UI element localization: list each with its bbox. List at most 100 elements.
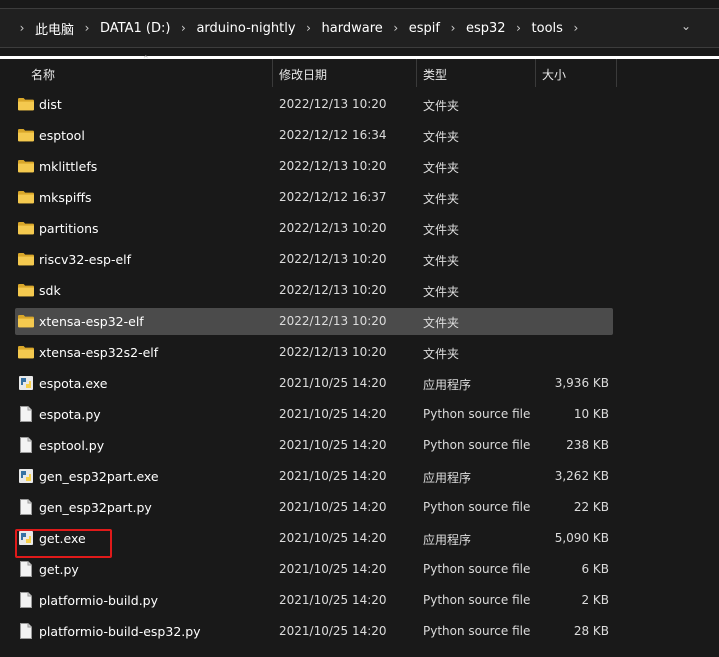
folder-icon	[18, 159, 34, 173]
highlight-annotation-box	[15, 529, 112, 558]
file-type: 文件夹	[423, 316, 460, 330]
python-exe-icon	[18, 469, 34, 483]
file-size: 28 KB	[573, 624, 609, 638]
column-header-name[interactable]: 名称	[31, 66, 55, 83]
file-icon	[18, 592, 34, 608]
file-row[interactable]: gen_esp32part.exe 2021/10/25 14:20 应用程序 3,2…	[15, 463, 613, 490]
file-name: sdk	[39, 283, 61, 298]
file-type: Python source file	[423, 593, 531, 607]
file-modified-date: 2021/10/25 14:20	[279, 624, 387, 638]
breadcrumb-item[interactable]: esp32	[466, 21, 506, 36]
file-size: 2 KB	[581, 593, 609, 607]
file-row[interactable]: espota.exe 2021/10/25 14:20 应用程序 3,936 KB	[15, 370, 613, 397]
file-row[interactable]: riscv32-esp-elf 2022/12/13 10:20 文件夹	[15, 246, 613, 273]
breadcrumb-item[interactable]: 此电脑	[35, 19, 74, 38]
file-name: espota.py	[39, 407, 101, 422]
file-type: 文件夹	[423, 285, 460, 299]
python-exe-icon	[18, 376, 34, 390]
file-row[interactable]: xtensa-esp32s2-elf 2022/12/13 10:20 文件夹	[15, 339, 613, 366]
file-type: Python source file	[423, 500, 531, 514]
file-row[interactable]: sdk 2022/12/13 10:20 文件夹	[15, 277, 613, 304]
column-divider[interactable]	[272, 59, 273, 87]
file-type: 应用程序	[423, 533, 472, 547]
column-divider[interactable]	[416, 59, 417, 87]
column-divider[interactable]	[535, 59, 536, 87]
column-headers: ⌃ 名称 修改日期 类型 大小	[0, 55, 719, 89]
file-name: platformio-build.py	[39, 593, 159, 608]
file-modified-date: 2022/12/12 16:37	[279, 190, 387, 204]
file-modified-date: 2022/12/13 10:20	[279, 283, 387, 297]
file-name: platformio-build-esp32.py	[39, 624, 201, 639]
file-size: 3,936 KB	[554, 376, 609, 390]
column-header-size[interactable]: 大小	[542, 66, 566, 83]
file-row[interactable]: platformio-build-esp32.py 2021/10/25 14:2…	[15, 618, 613, 645]
breadcrumb-item[interactable]: espif	[409, 21, 440, 36]
breadcrumb-item[interactable]: tools	[532, 21, 563, 36]
address-dropdown-chevron-icon[interactable]: ⌄	[679, 19, 693, 37]
file-modified-date: 2021/10/25 14:20	[279, 500, 387, 514]
file-modified-date: 2021/10/25 14:20	[279, 531, 387, 545]
file-modified-date: 2022/12/13 10:20	[279, 345, 387, 359]
file-type: Python source file	[423, 624, 531, 638]
file-icon	[18, 499, 34, 515]
file-size: 5,090 KB	[554, 531, 609, 545]
file-row[interactable]: esptool 2022/12/12 16:34 文件夹	[15, 122, 613, 149]
file-row[interactable]: mkspiffs 2022/12/12 16:37 文件夹	[15, 184, 613, 211]
breadcrumb-chevron-icon[interactable]: ›	[178, 21, 188, 35]
file-icon	[18, 406, 34, 422]
breadcrumb-chevron-icon[interactable]: ›	[304, 21, 314, 35]
file-row[interactable]: partitions 2022/12/13 10:20 文件夹	[15, 215, 613, 242]
column-header-type[interactable]: 类型	[423, 66, 447, 83]
file-modified-date: 2022/12/13 10:20	[279, 221, 387, 235]
breadcrumb: › 此电脑 › DATA1 (D:) › arduino-nightly › hardware…	[9, 19, 589, 38]
file-type: Python source file	[423, 562, 531, 576]
breadcrumb-item[interactable]: DATA1 (D:)	[100, 21, 170, 36]
file-name: esptool	[39, 128, 85, 143]
file-modified-date: 2021/10/25 14:20	[279, 562, 387, 576]
file-name: esptool.py	[39, 438, 105, 453]
file-icon	[18, 437, 34, 453]
file-row[interactable]: esptool.py 2021/10/25 14:20 Python source …	[15, 432, 613, 459]
file-modified-date: 2021/10/25 14:20	[279, 593, 387, 607]
file-row[interactable]: xtensa-esp32-elf 2022/12/13 10:20 文件夹	[15, 308, 613, 335]
file-modified-date: 2021/10/25 14:20	[279, 376, 387, 390]
file-name: xtensa-esp32s2-elf	[39, 345, 159, 360]
folder-icon	[18, 190, 34, 204]
file-row[interactable]: platformio-build.py 2021/10/25 14:20 Pytho…	[15, 587, 613, 614]
folder-icon	[18, 314, 34, 328]
file-row[interactable]: espota.py 2021/10/25 14:20 Python source f…	[15, 401, 613, 428]
file-type: 文件夹	[423, 347, 460, 361]
file-type: 文件夹	[423, 130, 460, 144]
file-row[interactable]: get.py 2021/10/25 14:20 Python source file…	[15, 556, 613, 583]
file-name: gen_esp32part.py	[39, 500, 152, 515]
file-name: espota.exe	[39, 376, 108, 391]
file-row[interactable]: dist 2022/12/13 10:20 文件夹	[15, 91, 613, 118]
breadcrumb-chevron-icon[interactable]: ›	[82, 21, 92, 35]
breadcrumb-chevron-icon[interactable]: ›	[391, 21, 401, 35]
file-type: 应用程序	[423, 378, 472, 392]
breadcrumb-item[interactable]: arduino-nightly	[196, 21, 295, 36]
file-name: dist	[39, 97, 62, 112]
breadcrumb-item[interactable]: hardware	[322, 21, 383, 36]
file-icon	[18, 623, 34, 639]
file-type: 应用程序	[423, 471, 472, 485]
column-divider[interactable]	[616, 59, 617, 87]
breadcrumb-chevron-icon[interactable]: ›	[514, 21, 524, 35]
file-size: 6 KB	[581, 562, 609, 576]
file-type: 文件夹	[423, 99, 460, 113]
folder-icon	[18, 128, 34, 142]
file-type: Python source file	[423, 438, 531, 452]
folder-icon	[18, 97, 34, 111]
column-header-modified[interactable]: 修改日期	[279, 66, 327, 83]
breadcrumb-chevron-icon[interactable]: ›	[448, 21, 458, 35]
breadcrumb-chevron-icon[interactable]: ›	[17, 21, 27, 35]
file-row[interactable]: mklittlefs 2022/12/13 10:20 文件夹	[15, 153, 613, 180]
file-row[interactable]: gen_esp32part.py 2021/10/25 14:20 Python s…	[15, 494, 613, 521]
folder-icon	[18, 345, 34, 359]
file-type: 文件夹	[423, 254, 460, 268]
breadcrumb-chevron-icon[interactable]: ›	[571, 21, 581, 35]
file-type: Python source file	[423, 407, 531, 421]
file-name: gen_esp32part.exe	[39, 469, 159, 484]
sort-ascending-icon: ⌃	[142, 55, 150, 65]
file-icon	[18, 561, 34, 577]
